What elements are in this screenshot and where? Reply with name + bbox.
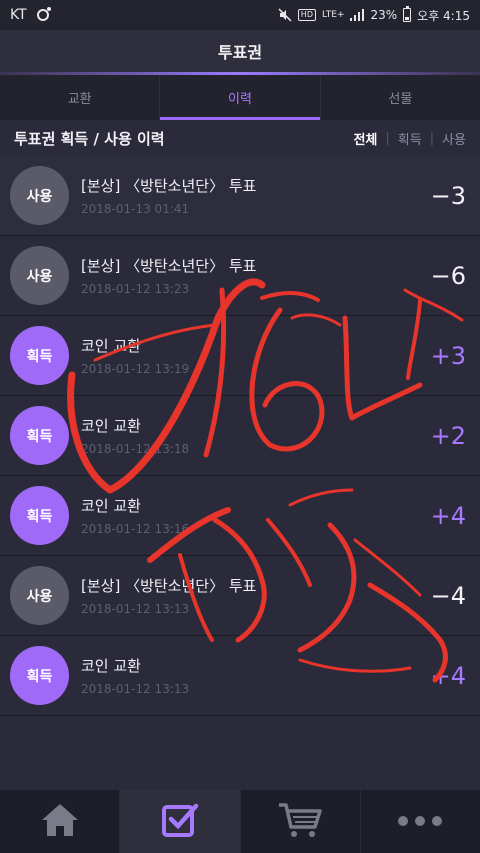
tab-bar: 교환 이력 선물 xyxy=(0,75,480,120)
nav-shop[interactable] xyxy=(241,790,361,853)
history-row[interactable]: 사용 [본상] 〈방탄소년단〉 투표 2018-01-12 13:23 −6 xyxy=(0,236,480,316)
nav-more[interactable] xyxy=(361,790,480,853)
history-datetime: 2018-01-12 13:13 xyxy=(81,682,190,696)
history-type-badge: 획득 xyxy=(10,486,69,545)
history-type-badge: 사용 xyxy=(10,166,69,225)
filter-divider: | xyxy=(385,130,390,146)
history-row[interactable]: 획득 코인 교환 2018-01-12 13:13 +4 xyxy=(0,636,480,716)
history-title: [본상] 〈방탄소년단〉 투표 xyxy=(81,577,257,595)
nav-vote[interactable] xyxy=(120,790,241,853)
history-list: 사용 [본상] 〈방탄소년단〉 투표 2018-01-13 01:41 −3 사… xyxy=(0,156,480,716)
filter-divider: | xyxy=(429,130,435,146)
home-icon xyxy=(40,802,80,842)
history-title: 코인 교환 xyxy=(81,337,141,355)
history-datetime: 2018-01-13 01:41 xyxy=(81,202,190,216)
tab-gift[interactable]: 선물 xyxy=(321,75,480,120)
hd-voice-icon: HD xyxy=(297,9,316,21)
history-amount: +2 xyxy=(430,421,466,450)
history-datetime: 2018-01-12 13:19 xyxy=(81,362,190,376)
history-type-badge: 획득 xyxy=(10,406,69,465)
tab-history-label: 이력 xyxy=(228,92,252,107)
filter-gain[interactable]: 획득 xyxy=(398,129,422,148)
history-datetime: 2018-01-12 13:13 xyxy=(81,602,190,616)
tab-gift-label: 선물 xyxy=(388,92,413,107)
filter-all[interactable]: 전체 xyxy=(353,129,377,148)
history-row[interactable]: 획득 코인 교환 2018-01-12 13:19 +3 xyxy=(0,316,480,396)
history-title: 코인 교환 xyxy=(81,497,141,515)
history-type-badge: 사용 xyxy=(10,246,69,305)
history-title: 코인 교환 xyxy=(81,417,141,435)
nav-home[interactable] xyxy=(0,790,121,853)
cart-icon xyxy=(277,801,323,843)
history-amount: +4 xyxy=(430,501,466,530)
history-datetime: 2018-01-12 13:23 xyxy=(81,282,190,296)
history-amount: −6 xyxy=(430,261,466,290)
history-type-badge: 획득 xyxy=(10,646,69,705)
history-row[interactable]: 획득 코인 교환 2018-01-12 13:18 +2 xyxy=(0,396,480,476)
battery-icon xyxy=(403,6,412,22)
history-subheader: 투표권 획득 / 사용 이력 전체 | 획득 | 사용 xyxy=(0,120,480,156)
history-amount: +4 xyxy=(430,661,466,690)
signal-icon xyxy=(350,9,365,21)
section-title: 투표권 획득 / 사용 이력 xyxy=(14,129,165,148)
history-title: 코인 교환 xyxy=(81,657,141,675)
history-datetime: 2018-01-12 13:18 xyxy=(81,442,190,456)
battery-percent: 23% xyxy=(370,8,398,22)
history-type-badge: 사용 xyxy=(10,566,69,625)
app-header: 투표권 xyxy=(0,30,480,72)
filter-use[interactable]: 사용 xyxy=(442,129,466,148)
history-row[interactable]: 사용 [본상] 〈방탄소년단〉 투표 2018-01-12 13:13 −4 xyxy=(0,556,480,636)
carrier-name: KT xyxy=(10,7,27,23)
status-bar: KT HD LTE+ 23% 오후 4:15 xyxy=(0,0,480,30)
vote-check-icon xyxy=(161,802,199,842)
mute-icon xyxy=(278,8,292,22)
history-datetime: 2018-01-12 13:16 xyxy=(81,522,190,536)
filter-group: 전체 | 획득 | 사용 xyxy=(353,129,466,148)
tab-history[interactable]: 이력 xyxy=(160,75,321,120)
tab-exchange-label: 교환 xyxy=(67,92,92,107)
page-title: 투표권 xyxy=(217,43,263,62)
history-row[interactable]: 획득 코인 교환 2018-01-12 13:16 +4 xyxy=(0,476,480,556)
history-row[interactable]: 사용 [본상] 〈방탄소년단〉 투표 2018-01-13 01:41 −3 xyxy=(0,156,480,236)
history-title: [본상] 〈방탄소년단〉 투표 xyxy=(81,257,257,275)
history-amount: +3 xyxy=(430,341,466,370)
history-title: [본상] 〈방탄소년단〉 투표 xyxy=(81,177,257,195)
tab-exchange[interactable]: 교환 xyxy=(0,75,161,120)
more-icon xyxy=(397,812,443,831)
network-type: LTE+ xyxy=(321,9,345,20)
clock: 오후 4:15 xyxy=(417,8,470,23)
bottom-navigation xyxy=(0,790,480,853)
carrier-logo-icon xyxy=(36,7,51,21)
history-type-badge: 획득 xyxy=(10,326,69,385)
history-amount: −4 xyxy=(430,581,466,610)
history-amount: −3 xyxy=(430,181,466,210)
